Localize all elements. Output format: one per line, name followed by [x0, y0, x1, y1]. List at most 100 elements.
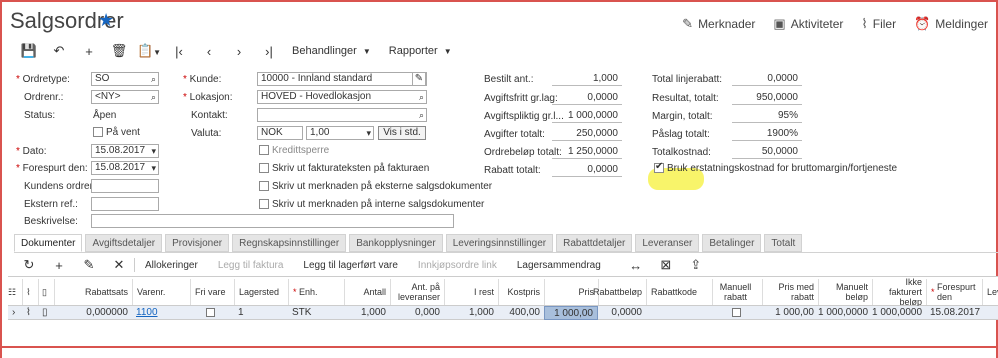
tab-rabattdetaljer[interactable]: Rabattdetaljer — [556, 234, 633, 252]
note-icon[interactable]: ▯ — [38, 306, 54, 320]
fit-columns-icon[interactable]: ↔ — [621, 258, 651, 273]
activities-button[interactable]: ▣ Aktiviteter — [773, 16, 843, 32]
cell-ant-leveranser[interactable]: 0,000 — [390, 306, 444, 320]
previous-record-icon[interactable]: ‹ — [194, 44, 224, 59]
beskrivelse-field[interactable] — [91, 214, 454, 228]
col-enh[interactable]: * Enh. — [288, 279, 344, 305]
chevron-down-icon[interactable]: ▾ — [151, 145, 156, 157]
bruk-erstatning-checkbox[interactable] — [654, 161, 664, 173]
tab-regnskapsinnstillinger[interactable]: Regnskapsinnstillinger — [232, 234, 347, 252]
print-internal-note-checkbox[interactable] — [259, 199, 269, 209]
cell-varenr-link[interactable]: 1100 — [132, 306, 190, 320]
delete-row-icon[interactable]: ✕ — [104, 257, 134, 273]
delete-icon[interactable]: 🗑 — [104, 43, 134, 59]
col-lev[interactable]: Lev — [982, 279, 998, 305]
search-icon[interactable]: ⌕ — [151, 73, 156, 85]
export-excel-icon[interactable]: ⊠ — [651, 257, 681, 273]
cell-forespurt-den[interactable]: 15.08.2017 — [926, 306, 982, 320]
ordretype-field[interactable]: SO ⌕ — [91, 72, 159, 86]
undo-icon[interactable]: ↶ — [44, 43, 74, 59]
col-i-rest[interactable]: I rest — [444, 279, 498, 305]
col-manuelt-belop[interactable]: Manuelt beløp — [818, 279, 872, 305]
col-manuell-rabatt[interactable]: Manuell rabatt — [712, 279, 762, 305]
col-rabattkode[interactable]: Rabattkode — [646, 279, 712, 305]
notes-button[interactable]: ✎ Merknader — [682, 16, 755, 32]
col-varenr[interactable]: Varenr. — [132, 279, 190, 305]
first-record-icon[interactable]: |‹ — [164, 44, 194, 59]
edit-pencil-icon[interactable]: ✎ — [412, 72, 426, 86]
add-row-icon[interactable]: + — [44, 258, 74, 273]
innkjopsordre-link-button[interactable]: Innkjøpsordre link — [418, 260, 497, 271]
tab-totalt[interactable]: Totalt — [764, 234, 803, 252]
valuta-field[interactable]: NOK — [257, 126, 303, 140]
cell-lagersted[interactable]: 1 — [234, 306, 288, 320]
cell-manuell-rabatt-checkbox[interactable] — [732, 308, 741, 317]
cell-fri-vare-checkbox[interactable] — [206, 308, 215, 317]
tab-leveringsinnstillinger[interactable]: Leveringsinnstillinger — [445, 234, 554, 252]
actions-menu[interactable]: Behandlinger ▼ — [292, 45, 371, 57]
search-icon[interactable]: ⌕ — [419, 91, 424, 103]
add-icon[interactable]: + — [74, 44, 104, 59]
ekstern-ref-field[interactable] — [91, 197, 159, 211]
col-forespurt-den[interactable]: * Forespurt den — [926, 279, 982, 305]
vis-i-std-button[interactable]: Vis i std. — [378, 126, 426, 140]
cell-manuelt-belop[interactable]: 1 000,0000 — [818, 306, 872, 320]
pa-vent-checkbox[interactable] — [93, 127, 103, 137]
col-antall[interactable]: Antall — [344, 279, 390, 305]
favorite-star-icon[interactable]: ★ — [98, 10, 114, 31]
col-pris-med-rabatt[interactable]: Pris med rabatt — [762, 279, 818, 305]
col-kostpris[interactable]: Kostpris — [498, 279, 544, 305]
cell-rabattsats[interactable]: 0,000000 — [54, 306, 132, 320]
print-external-note-checkbox[interactable] — [259, 181, 269, 191]
cell-antall[interactable]: 1,000 — [344, 306, 390, 320]
attachment-icon[interactable]: ⌇ — [22, 306, 38, 320]
col-rabattbelop[interactable]: Rabattbeløp — [593, 279, 646, 305]
col-pris[interactable]: Pris — [544, 279, 598, 305]
cell-kostpris[interactable]: 400,00 — [498, 306, 544, 320]
upload-icon[interactable]: ⇪ — [681, 257, 711, 273]
ordrenr-field[interactable]: <NY> ⌕ — [91, 90, 159, 104]
kundens-ordrenr-field[interactable] — [91, 179, 159, 193]
cell-i-rest[interactable]: 1,000 — [444, 306, 498, 320]
allokeringer-button[interactable]: Allokeringer — [145, 260, 198, 271]
col-ant-leveranser[interactable]: Ant. på leveranser — [390, 279, 444, 305]
kunde-field[interactable]: 10000 - Innland standard⌕ — [257, 72, 427, 86]
save-icon[interactable]: 💾 — [14, 43, 44, 59]
legg-til-faktura-button[interactable]: Legg til faktura — [218, 260, 284, 271]
files-button[interactable]: ⌇ Filer — [861, 16, 896, 32]
col-ikke-fakturert[interactable]: Ikke fakturert beløp — [872, 277, 926, 307]
table-row[interactable]: › ⌇ ▯ 0,000000 1100 1 STK 1,000 0,000 1,… — [8, 306, 998, 320]
notifications-button[interactable]: ⏰ Meldinger — [914, 16, 988, 32]
col-lagersted[interactable]: Lagersted — [234, 279, 288, 305]
lagersammendrag-button[interactable]: Lagersammendrag — [517, 260, 601, 271]
chevron-down-icon[interactable]: ▾ — [151, 162, 156, 174]
cell-enh[interactable]: STK — [288, 306, 344, 320]
tab-avgiftsdetaljer[interactable]: Avgiftsdetaljer — [85, 234, 163, 252]
col-fri-vare[interactable]: Fri vare — [190, 279, 234, 305]
tab-provisjoner[interactable]: Provisjoner — [165, 234, 230, 252]
print-invoice-text-checkbox[interactable] — [259, 163, 269, 173]
col-rabattsats[interactable]: Rabattsats — [54, 279, 132, 305]
tab-bankopplysninger[interactable]: Bankopplysninger — [349, 234, 443, 252]
tab-dokumenter[interactable]: Dokumenter — [14, 234, 83, 252]
edit-icon[interactable]: ✎ — [74, 257, 104, 273]
tab-leveranser[interactable]: Leveranser — [635, 234, 700, 252]
legg-til-lagerfort-vare-button[interactable]: Legg til lagerført vare — [303, 260, 398, 271]
refresh-icon[interactable]: ↻ — [14, 257, 44, 273]
forespurt-field[interactable]: 15.08.2017 ▾ — [91, 161, 159, 175]
copy-paste-icon[interactable]: 📋▼ — [134, 43, 164, 59]
lokasjon-field[interactable]: HOVED - Hovedlokasjon ⌕ — [257, 90, 427, 104]
chevron-down-icon[interactable]: ▾ — [366, 127, 371, 139]
last-record-icon[interactable]: ›| — [254, 44, 284, 59]
kontakt-field[interactable]: ⌕ — [257, 108, 427, 122]
cell-rabattkode[interactable] — [646, 306, 712, 320]
cell-pris[interactable]: 1 000,00 — [544, 306, 598, 320]
cell-pris-med-rabatt[interactable]: 1 000,00 — [762, 306, 818, 320]
search-icon[interactable]: ⌕ — [151, 91, 156, 103]
reports-menu[interactable]: Rapporter ▼ — [389, 45, 452, 57]
search-icon[interactable]: ⌕ — [419, 109, 424, 121]
dato-field[interactable]: 15.08.2017 ▾ — [91, 144, 159, 158]
valuta-rate-field[interactable]: 1,00 ▾ — [306, 126, 374, 140]
next-record-icon[interactable]: › — [224, 44, 254, 59]
cell-ikke-fakturert[interactable]: 1 000,0000 — [872, 306, 926, 320]
